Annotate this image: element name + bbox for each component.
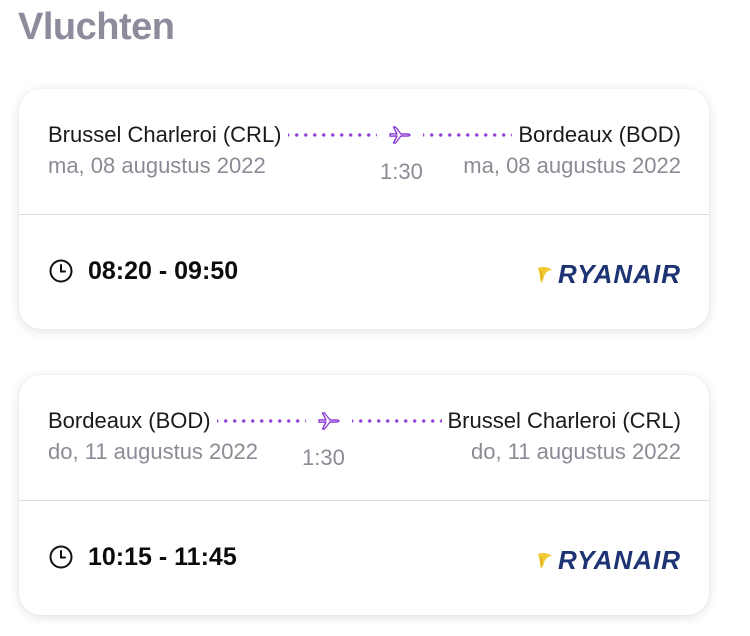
route-row: Brussel Charleroi (CRL) Bordeaux (BOD) [48, 120, 681, 150]
arrival-airport: Brussel Charleroi (CRL) [447, 408, 681, 433]
clock-icon [48, 258, 74, 284]
date-row: do, 11 augustus 2022 1:30 do, 11 augustu… [48, 439, 681, 470]
route-connector [287, 122, 513, 148]
time-row: 08:20 - 09:50 [48, 255, 238, 287]
departure-date: ma, 08 augustus 2022 [48, 153, 266, 178]
flights-page: Vluchten Brussel Charleroi (CRL) Bordeau… [0, 0, 750, 636]
page-title: Vluchten [18, 6, 175, 48]
date-row: ma, 08 augustus 2022 1:30 ma, 08 augustu… [48, 153, 681, 184]
arrival-date: do, 11 augustus 2022 [471, 439, 681, 464]
flight-time-range: 10:15 - 11:45 [88, 542, 237, 571]
time-row: 10:15 - 11:45 [48, 541, 237, 573]
flight-duration: 1:30 [302, 445, 345, 470]
ryanair-harp-icon [537, 266, 552, 283]
route-connector [216, 408, 442, 434]
route-dots-right [352, 419, 442, 423]
airline-name: RYANAIR [557, 259, 681, 289]
airline-name: RYANAIR [557, 545, 681, 575]
plane-icon [316, 408, 342, 434]
flight-card-return[interactable]: Bordeaux (BOD) Brussel Charleroi (CRL) d… [19, 375, 709, 615]
flight-duration: 1:30 [380, 159, 423, 184]
card-divider [19, 214, 709, 215]
clock-icon [48, 544, 74, 570]
flight-card-outbound[interactable]: Brussel Charleroi (CRL) Bordeaux (BOD) m… [19, 89, 709, 329]
arrival-airport: Bordeaux (BOD) [518, 122, 681, 147]
route-dots-right [422, 133, 513, 137]
flight-time-range: 08:20 - 09:50 [88, 256, 239, 285]
airline-logo: RYANAIR [536, 259, 681, 290]
departure-date: do, 11 augustus 2022 [48, 439, 258, 464]
departure-airport: Brussel Charleroi (CRL) [48, 122, 282, 147]
route-row: Bordeaux (BOD) Brussel Charleroi (CRL) [48, 406, 681, 436]
card-divider [19, 500, 709, 501]
ryanair-harp-icon [537, 552, 552, 569]
route-dots-left [216, 419, 307, 423]
route-dots-left [287, 133, 377, 137]
plane-icon [387, 122, 413, 148]
arrival-date: ma, 08 augustus 2022 [463, 153, 681, 178]
airline-logo: RYANAIR [536, 545, 681, 576]
departure-airport: Bordeaux (BOD) [48, 408, 211, 433]
